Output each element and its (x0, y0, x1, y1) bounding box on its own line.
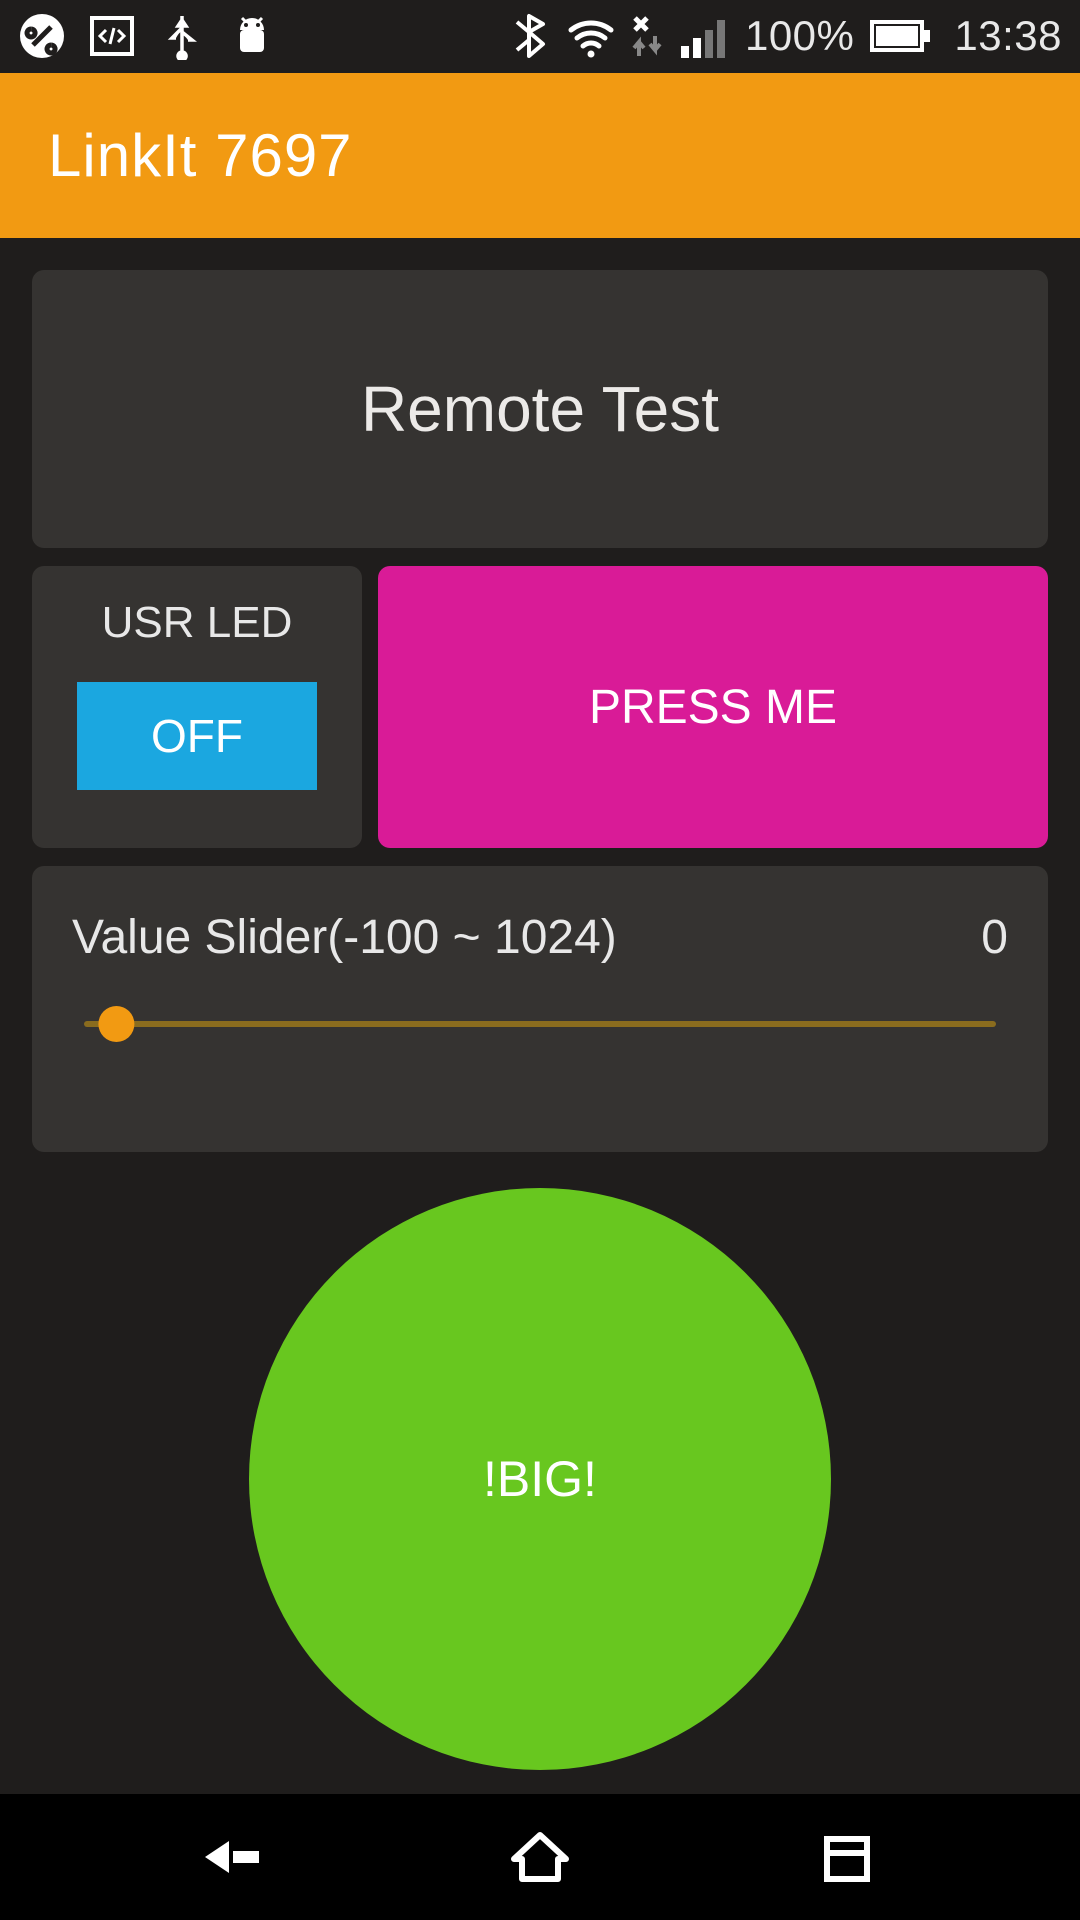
signal-bars-icon (679, 12, 731, 60)
usr-led-card: USR LED OFF (32, 566, 362, 848)
nav-recent-button[interactable] (787, 1825, 907, 1889)
screen-root: 100% 13:38 LinkIt 7697 Remote Test USR L… (0, 0, 1080, 1920)
content-area: Remote Test USR LED OFF PRESS ME Value S… (0, 238, 1080, 1794)
usb-icon (158, 12, 206, 60)
battery-percent: 100% (745, 12, 854, 60)
press-me-button[interactable]: PRESS ME (378, 566, 1048, 848)
app-title-bar: LinkIt 7697 (0, 73, 1080, 239)
status-bar-left (18, 12, 276, 60)
slider-header: Value Slider(-100 ~ 1024) 0 (72, 910, 1008, 965)
slider-thumb[interactable] (99, 1006, 135, 1042)
usr-led-label: USR LED (62, 598, 332, 648)
app-title: LinkIt 7697 (48, 121, 353, 190)
slider-track-wrap (72, 1021, 1008, 1027)
system-nav-bar (0, 1794, 1080, 1920)
slider-card: Value Slider(-100 ~ 1024) 0 (32, 866, 1048, 1152)
devtools-icon (88, 12, 136, 60)
battery-full-icon (868, 12, 932, 60)
status-bar-right: 100% 13:38 (505, 12, 1062, 60)
panel-title: Remote Test (361, 372, 719, 446)
wifi-icon (567, 12, 615, 60)
nav-home-button[interactable] (480, 1825, 600, 1889)
app-icon (18, 12, 66, 60)
bluetooth-icon (505, 12, 553, 60)
usr-led-toggle-button[interactable]: OFF (77, 682, 317, 790)
value-slider[interactable] (84, 1021, 996, 1027)
android-debug-icon (228, 12, 276, 60)
nav-back-button[interactable] (173, 1825, 293, 1889)
slider-value: 0 (981, 910, 1008, 965)
panel-title-card: Remote Test (32, 270, 1048, 548)
controls-row: USR LED OFF PRESS ME (32, 566, 1048, 848)
big-button-area: !BIG! (32, 1170, 1048, 1770)
big-button[interactable]: !BIG! (249, 1188, 831, 1770)
no-data-icon (629, 12, 665, 60)
status-bar: 100% 13:38 (0, 0, 1080, 73)
clock: 13:38 (954, 12, 1062, 60)
slider-label: Value Slider(-100 ~ 1024) (72, 910, 617, 965)
